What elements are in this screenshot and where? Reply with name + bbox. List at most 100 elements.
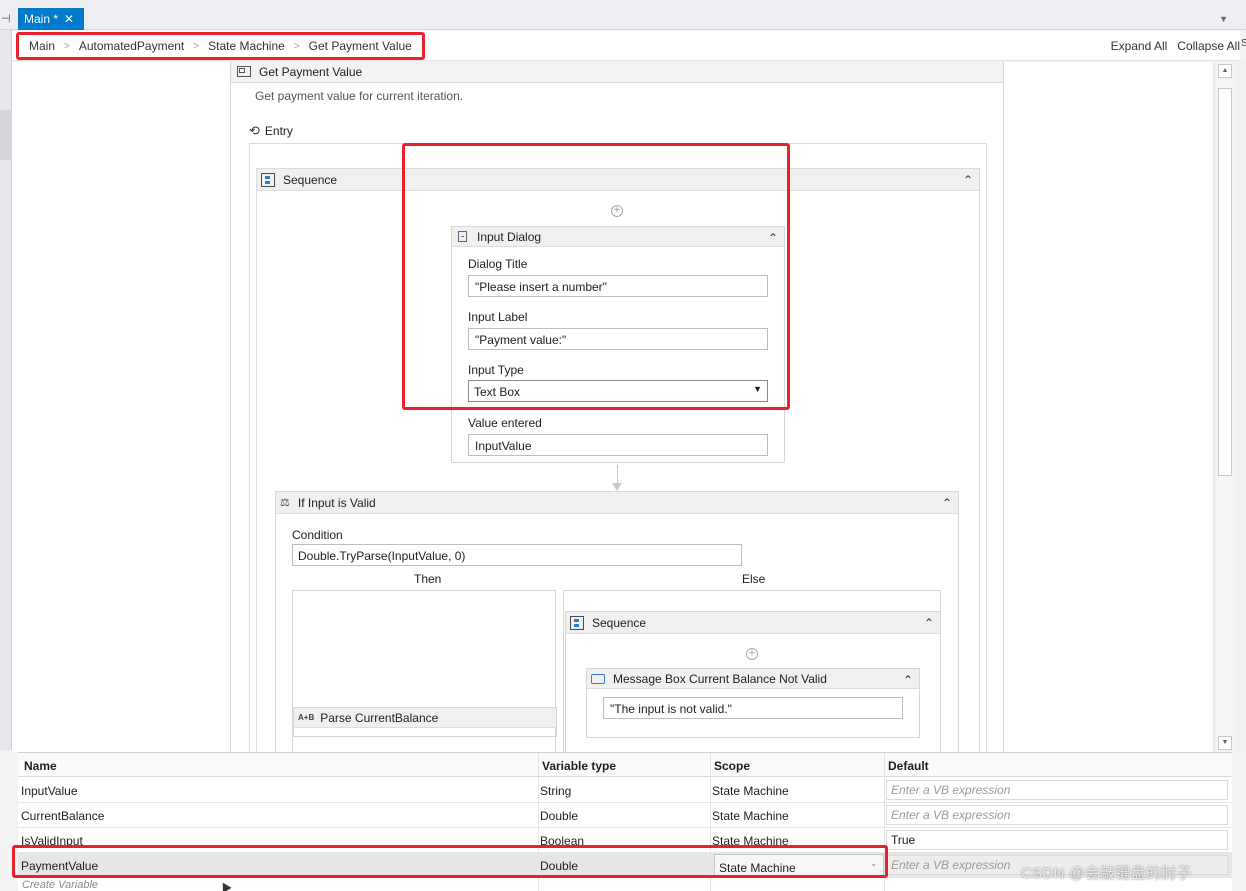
variable-type[interactable]: Boolean [540,834,584,848]
collapse-icon[interactable]: ⌃ [942,496,952,510]
input-type-label: Input Type [468,363,524,377]
chevron-down-icon[interactable]: ▼ [1219,14,1228,24]
state-activity[interactable]: Get Payment Value Get payment value for … [230,62,1004,752]
variable-default-field[interactable]: Enter a VB expression [886,780,1228,800]
variable-default-field[interactable]: True [886,830,1228,850]
input-type-value: Text Box [474,385,521,399]
variable-default-field[interactable]: Enter a VB expression [886,805,1228,825]
chevron-down-icon: ⌄ [870,859,877,868]
variables-header: Name Variable type Scope Default [18,753,1232,777]
sequence-title: Sequence [283,172,338,187]
input-label-label: Input Label [468,310,528,324]
breadcrumb: Main > AutomatedPayment > State Machine … [16,32,425,60]
then-label: Then [414,572,442,586]
then-branch[interactable]: A+B Parse CurrentBalance [292,590,557,752]
message-box-title: Message Box Current Balance Not Valid [613,671,827,686]
collapse-icon[interactable]: ⌃ [924,616,934,630]
side-panel-tab[interactable]: S [1241,38,1246,49]
connector-arrow [612,483,622,491]
column-header-name[interactable]: Name [24,759,57,773]
entry-icon: ⟲ [249,123,260,138]
left-panel-strip [0,30,12,750]
input-dialog-header: Input Dialog ⌃ [452,227,784,247]
close-icon[interactable]: ✕ [64,12,74,26]
input-dialog-title: Input Dialog [477,229,542,244]
else-sequence-activity[interactable]: Sequence ⌃ + Message Box Current Balance… [565,611,941,752]
variable-scope[interactable]: State Machine [712,834,789,848]
parse-header: A+B Parse CurrentBalance [294,708,556,728]
variable-name[interactable]: InputValue [21,784,78,798]
input-type-select[interactable]: Text Box ▼ [468,380,768,402]
document-tab-strip: ⊣ Main * ✕ ▼ [0,0,1246,30]
scope-select[interactable]: State Machine ⌄ [714,854,884,876]
parse-title: Parse CurrentBalance [320,710,439,725]
message-box-header: Message Box Current Balance Not Valid ⌃ [587,669,919,689]
document-icon [458,231,467,242]
variable-scope[interactable]: State Machine [712,809,789,823]
scroll-down-icon[interactable]: ▼ [1218,736,1232,750]
value-entered-field[interactable]: InputValue [468,434,768,456]
collapse-all-link[interactable]: Collapse All [1177,39,1240,53]
sequence-activity[interactable]: Sequence ⌃ + Input Dialog ⌃ Dialog Title… [256,168,980,752]
breadcrumb-item-automatedpayment[interactable]: AutomatedPayment [79,39,184,53]
table-row[interactable]: IsValidInput Boolean State Machine True [18,828,1232,853]
scope-select-value: State Machine [719,861,796,875]
variable-type[interactable]: Double [540,809,578,823]
vertical-scrollbar[interactable]: ▲ ▼ [1214,62,1234,752]
add-activity-icon[interactable]: + [746,648,758,660]
dialog-title-label: Dialog Title [468,257,528,271]
variable-scope[interactable]: State Machine [712,784,789,798]
if-icon: ⚖ [280,497,290,509]
right-panel-strip [1236,62,1246,752]
entry-section-label: ⟲ Entry [249,123,293,139]
condition-label: Condition [292,528,343,542]
breadcrumb-item-state-machine[interactable]: State Machine [208,39,285,53]
dialog-title-field[interactable]: "Please insert a number" [468,275,768,297]
variable-name[interactable]: PaymentValue [21,859,98,873]
message-text-field[interactable]: "The input is not valid." [603,697,903,719]
collapse-icon[interactable]: ⌃ [963,173,973,187]
else-branch[interactable]: Sequence ⌃ + Message Box Current Balance… [563,590,941,752]
variable-type[interactable]: Double [540,859,578,873]
watermark-text: CSDN @会敲键盘的肘子 [1021,865,1192,882]
expand-all-link[interactable]: Expand All [1111,39,1168,53]
tab-main-label: Main * [24,12,59,26]
pin-icon[interactable]: ⊣ [1,12,11,25]
condition-field[interactable]: Double.TryParse(InputValue, 0) [292,544,742,566]
collapse-icon[interactable]: ⌃ [903,673,913,687]
scrollbar-thumb[interactable] [1218,88,1232,476]
variable-name[interactable]: IsValidInput [21,834,83,848]
tab-main[interactable]: Main * ✕ [18,8,84,30]
input-label-field[interactable]: "Payment value:" [468,328,768,350]
state-title: Get Payment Value [259,64,363,79]
expand-collapse-links: Expand All Collapse All [1111,39,1240,53]
state-icon [237,66,251,77]
if-header: ⚖ If Input is Valid ⌃ [276,492,958,514]
if-activity[interactable]: ⚖ If Input is Valid ⌃ Condition Double.T… [275,491,959,752]
add-activity-icon[interactable]: + [611,205,623,217]
collapse-icon[interactable]: ⌃ [768,231,778,245]
parse-activity[interactable]: A+B Parse CurrentBalance [293,707,557,737]
column-header-type[interactable]: Variable type [542,759,616,773]
sequence-header: Sequence ⌃ [257,169,979,191]
breadcrumb-item-get-payment-value[interactable]: Get Payment Value [309,39,412,53]
create-variable-link[interactable]: Create Variable [22,879,98,891]
table-row[interactable]: CurrentBalance Double State Machine Ente… [18,803,1232,828]
message-box-activity[interactable]: Message Box Current Balance Not Valid ⌃ … [586,668,920,738]
column-header-scope[interactable]: Scope [714,759,750,773]
entry-area: Sequence ⌃ + Input Dialog ⌃ Dialog Title… [249,143,987,752]
dropdown-arrow-icon: ▼ [753,384,762,394]
table-row[interactable]: InputValue String State Machine Enter a … [18,778,1232,803]
input-dialog-activity[interactable]: Input Dialog ⌃ Dialog Title "Please inse… [451,226,785,463]
else-sequence-title: Sequence [592,615,647,630]
scroll-up-icon[interactable]: ▲ [1218,64,1232,78]
column-header-default[interactable]: Default [888,759,929,773]
breadcrumb-item-main[interactable]: Main [29,39,55,53]
entry-label: Entry [264,124,293,138]
state-header: Get Payment Value [231,62,1003,83]
sequence-icon [570,615,584,630]
variable-type[interactable]: String [540,784,571,798]
variable-name[interactable]: CurrentBalance [21,809,104,823]
state-description: Get payment value for current iteration. [255,89,464,103]
sequence-icon [261,172,275,187]
